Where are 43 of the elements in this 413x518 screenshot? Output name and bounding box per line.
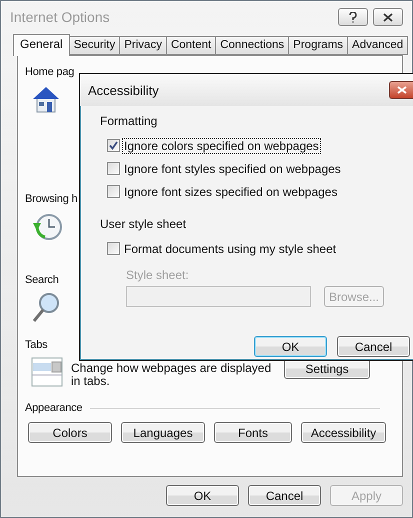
section-label: Browsing h bbox=[25, 193, 78, 205]
group-label: User style sheet bbox=[100, 217, 188, 231]
section-label: Appearance bbox=[25, 402, 82, 414]
house-icon bbox=[31, 84, 61, 114]
group-label: Formatting bbox=[100, 114, 158, 128]
dialog-button[interactable]: Cancel bbox=[248, 485, 321, 506]
clock-icon bbox=[31, 211, 63, 243]
close-button[interactable] bbox=[389, 81, 413, 99]
appearance-button[interactable]: Languages bbox=[121, 422, 205, 443]
tab[interactable]: Programs bbox=[288, 36, 348, 55]
section-label: Search bbox=[25, 274, 59, 286]
tab[interactable]: Security bbox=[68, 36, 120, 55]
tab[interactable]: Advanced bbox=[347, 36, 408, 55]
checkbox-label: Ignore font sizes specified on webpages bbox=[123, 184, 338, 198]
checkbox-label: Format documents using my style sheet bbox=[123, 242, 338, 256]
close-icon bbox=[383, 12, 393, 22]
checkbox-label: Ignore font styles specified on webpages bbox=[123, 162, 342, 176]
close-button[interactable] bbox=[373, 8, 403, 26]
tab[interactable]: Content bbox=[166, 36, 216, 55]
help-button[interactable] bbox=[338, 8, 368, 26]
section-description: Change how webpages are displayed in tabs. bbox=[71, 362, 272, 388]
tab[interactable]: Privacy bbox=[119, 36, 167, 55]
help-icon bbox=[349, 12, 357, 22]
search-icon bbox=[31, 292, 61, 324]
tab[interactable]: Connections bbox=[215, 36, 290, 55]
checkbox[interactable] bbox=[107, 185, 120, 198]
checkbox-label: Ignore colors specified on webpages bbox=[123, 138, 320, 152]
appearance-button[interactable]: Fonts bbox=[214, 422, 292, 443]
close-icon bbox=[397, 86, 407, 94]
section-label: Home pag bbox=[25, 66, 74, 78]
checkbox[interactable] bbox=[107, 162, 120, 175]
dialog-button[interactable]: OK bbox=[254, 336, 327, 357]
dialog-button[interactable]: Cancel bbox=[337, 336, 410, 357]
section-label: Tabs bbox=[25, 339, 48, 351]
dialog-title: Accessibility bbox=[88, 82, 160, 98]
dialog-button[interactable]: OK bbox=[166, 485, 239, 506]
tabs-icon bbox=[31, 357, 63, 387]
tab[interactable]: General bbox=[13, 34, 70, 56]
field-label: Style sheet: bbox=[126, 268, 190, 282]
checkbox[interactable] bbox=[107, 139, 120, 152]
window-title: Internet Options bbox=[10, 9, 111, 25]
appearance-button[interactable]: Accessibility bbox=[301, 422, 386, 443]
appearance-button[interactable]: Colors bbox=[28, 422, 112, 443]
